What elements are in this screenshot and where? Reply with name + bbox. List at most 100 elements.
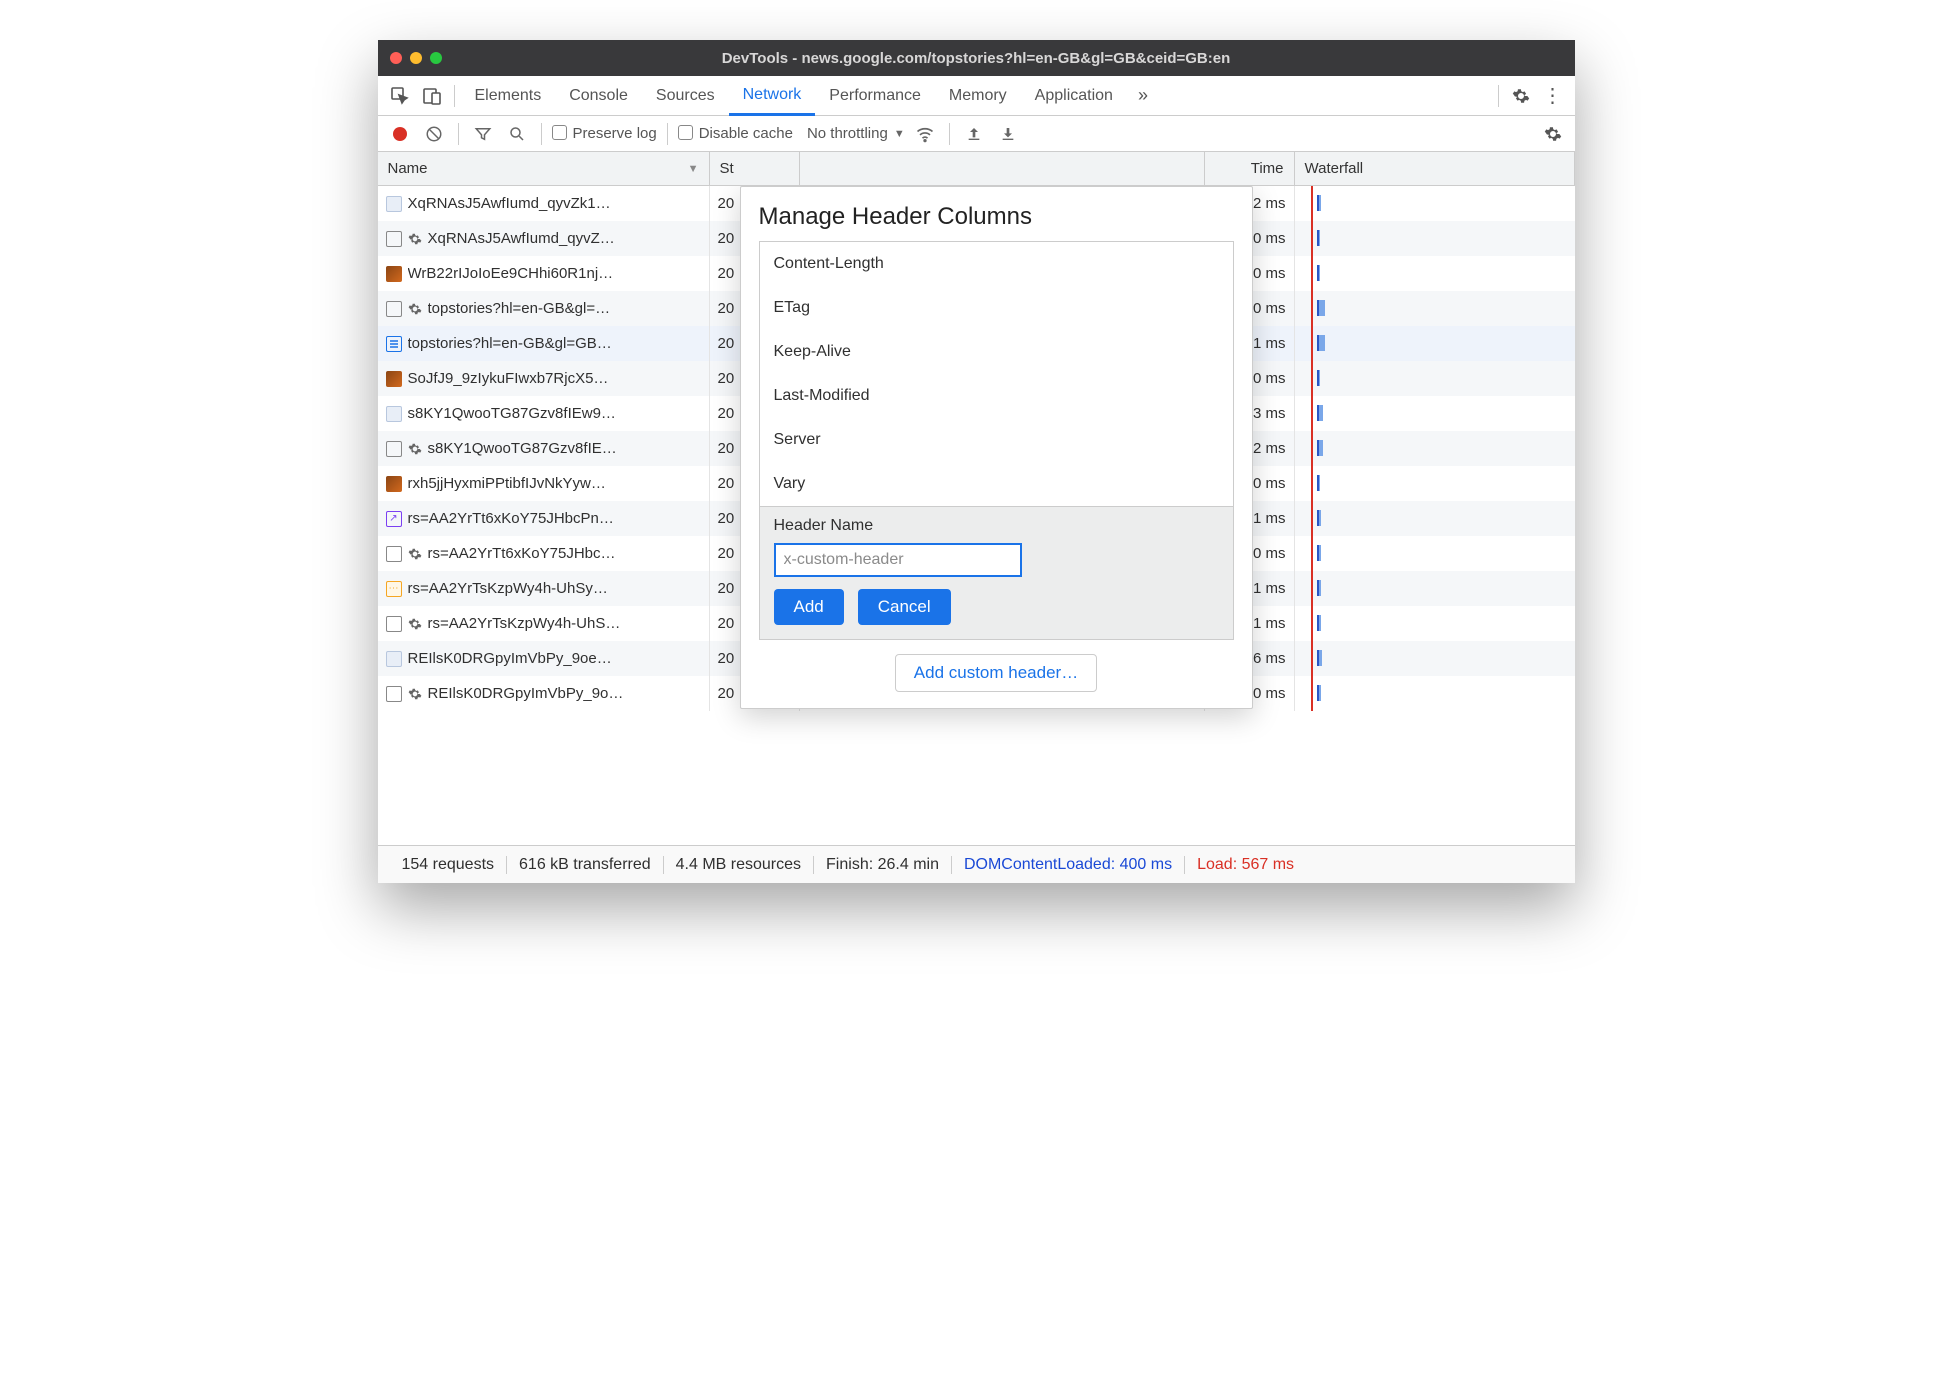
file-icon <box>386 546 402 562</box>
more-tabs-icon[interactable]: » <box>1127 80 1159 112</box>
header-column-item[interactable]: Content-Length <box>760 242 1233 286</box>
record-button[interactable] <box>386 120 414 148</box>
file-icon <box>386 301 402 317</box>
filter-icon[interactable] <box>469 120 497 148</box>
document-icon <box>386 336 402 352</box>
tab-sources[interactable]: Sources <box>642 76 729 115</box>
request-name: s8KY1QwooTG87Gzv8fIEw9… <box>408 405 616 422</box>
wifi-icon[interactable] <box>911 120 939 148</box>
script-icon: ⋯ <box>386 581 402 597</box>
status-transferred: 616 kB transferred <box>507 856 664 874</box>
throttling-value: No throttling <box>807 125 888 142</box>
header-column-item[interactable]: Last-Modified <box>760 374 1233 418</box>
status-load: Load: 567 ms <box>1185 856 1306 874</box>
status-requests: 154 requests <box>390 856 508 874</box>
image-icon <box>386 476 402 492</box>
column-status[interactable]: St <box>710 152 800 185</box>
add-custom-header-button[interactable]: Add custom header… <box>895 654 1097 692</box>
header-name-input[interactable] <box>774 543 1022 577</box>
waterfall-cell <box>1295 326 1575 361</box>
request-name: SoJfJ9_9zIykuFIwxb7RjcX5… <box>408 370 609 387</box>
image-icon <box>386 196 402 212</box>
header-column-item[interactable]: ETag <box>760 286 1233 330</box>
tab-performance[interactable]: Performance <box>815 76 935 115</box>
upload-icon[interactable] <box>960 120 988 148</box>
request-name: rs=AA2YrTsKzpWy4h-UhSy… <box>408 580 608 597</box>
waterfall-cell <box>1295 396 1575 431</box>
kebab-menu-icon[interactable]: ⋮ <box>1537 80 1569 112</box>
waterfall-cell <box>1295 291 1575 326</box>
waterfall-cell <box>1295 571 1575 606</box>
script-icon: ↗ <box>386 511 402 527</box>
waterfall-cell <box>1295 256 1575 291</box>
chevron-down-icon: ▼ <box>894 128 905 140</box>
inspect-element-icon[interactable] <box>384 80 416 112</box>
window-title: DevTools - news.google.com/topstories?hl… <box>378 50 1575 67</box>
waterfall-cell <box>1295 641 1575 676</box>
file-icon <box>386 616 402 632</box>
waterfall-cell <box>1295 501 1575 536</box>
tab-memory[interactable]: Memory <box>935 76 1021 115</box>
dialog-title: Manage Header Columns <box>759 203 1234 231</box>
header-column-item[interactable]: Keep-Alive <box>760 330 1233 374</box>
request-name: rs=AA2YrTt6xKoY75JHbc… <box>428 545 616 562</box>
file-icon <box>386 441 402 457</box>
custom-header-form: Header Name Add Cancel <box>760 506 1233 639</box>
header-column-item[interactable]: Server <box>760 418 1233 462</box>
column-time[interactable]: Time <box>1205 152 1295 185</box>
waterfall-cell <box>1295 606 1575 641</box>
clear-icon[interactable] <box>420 120 448 148</box>
preserve-log-checkbox[interactable]: Preserve log <box>552 125 657 142</box>
image-icon <box>386 266 402 282</box>
search-icon[interactable] <box>503 120 531 148</box>
cancel-button[interactable]: Cancel <box>858 589 951 625</box>
request-name: XqRNAsJ5AwfIumd_qyvZ… <box>428 230 615 247</box>
disable-cache-label: Disable cache <box>699 125 793 142</box>
column-hidden <box>800 152 1205 185</box>
device-toolbar-icon[interactable] <box>416 80 448 112</box>
image-icon <box>386 371 402 387</box>
header-column-item[interactable]: Vary <box>760 462 1233 506</box>
request-name: topstories?hl=en-GB&gl=… <box>428 300 611 317</box>
gear-icon <box>408 617 422 631</box>
tab-network[interactable]: Network <box>729 77 816 116</box>
header-name-label: Header Name <box>774 517 874 534</box>
request-name: rxh5jjHyxmiPPtibfIJvNkYyw… <box>408 475 606 492</box>
header-columns-list: Content-LengthETagKeep-AliveLast-Modifie… <box>759 241 1234 640</box>
waterfall-cell <box>1295 186 1575 221</box>
tab-elements[interactable]: Elements <box>461 76 556 115</box>
network-requests-table: XqRNAsJ5AwfIumd_qyvZk1…202 msXqRNAsJ5Awf… <box>378 186 1575 845</box>
download-icon[interactable] <box>994 120 1022 148</box>
status-finish: Finish: 26.4 min <box>814 856 952 874</box>
throttling-select[interactable]: No throttling ▼ <box>807 125 905 142</box>
network-status-bar: 154 requests 616 kB transferred 4.4 MB r… <box>378 845 1575 883</box>
request-name: WrB22rIJoIoEe9CHhi60R1nj… <box>408 265 614 282</box>
waterfall-cell <box>1295 431 1575 466</box>
network-settings-icon[interactable] <box>1539 120 1567 148</box>
status-domcontentloaded: DOMContentLoaded: 400 ms <box>952 856 1185 874</box>
waterfall-cell <box>1295 536 1575 571</box>
column-name[interactable]: Name ▼ <box>378 152 710 185</box>
waterfall-cell <box>1295 466 1575 501</box>
window-titlebar: DevTools - news.google.com/topstories?hl… <box>378 40 1575 76</box>
preserve-log-label: Preserve log <box>573 125 657 142</box>
gear-icon <box>408 232 422 246</box>
request-name: XqRNAsJ5AwfIumd_qyvZk1… <box>408 195 611 212</box>
request-name: s8KY1QwooTG87Gzv8fIE… <box>428 440 617 457</box>
image-icon <box>386 406 402 422</box>
disable-cache-checkbox[interactable]: Disable cache <box>678 125 793 142</box>
request-name: rs=AA2YrTt6xKoY75JHbcPn… <box>408 510 614 527</box>
request-name: REIlsK0DRGpyImVbPy_9oe… <box>408 650 612 667</box>
settings-icon[interactable] <box>1505 80 1537 112</box>
tab-console[interactable]: Console <box>555 76 642 115</box>
waterfall-cell <box>1295 676 1575 711</box>
network-columns-header: Name ▼ St Time Waterfall <box>378 152 1575 186</box>
waterfall-cell <box>1295 221 1575 256</box>
column-waterfall[interactable]: Waterfall <box>1295 152 1575 185</box>
add-button[interactable]: Add <box>774 589 844 625</box>
gear-icon <box>408 442 422 456</box>
tab-application[interactable]: Application <box>1021 76 1127 115</box>
file-icon <box>386 686 402 702</box>
request-name: rs=AA2YrTsKzpWy4h-UhS… <box>428 615 621 632</box>
manage-header-columns-dialog: Manage Header Columns Content-LengthETag… <box>740 186 1253 709</box>
